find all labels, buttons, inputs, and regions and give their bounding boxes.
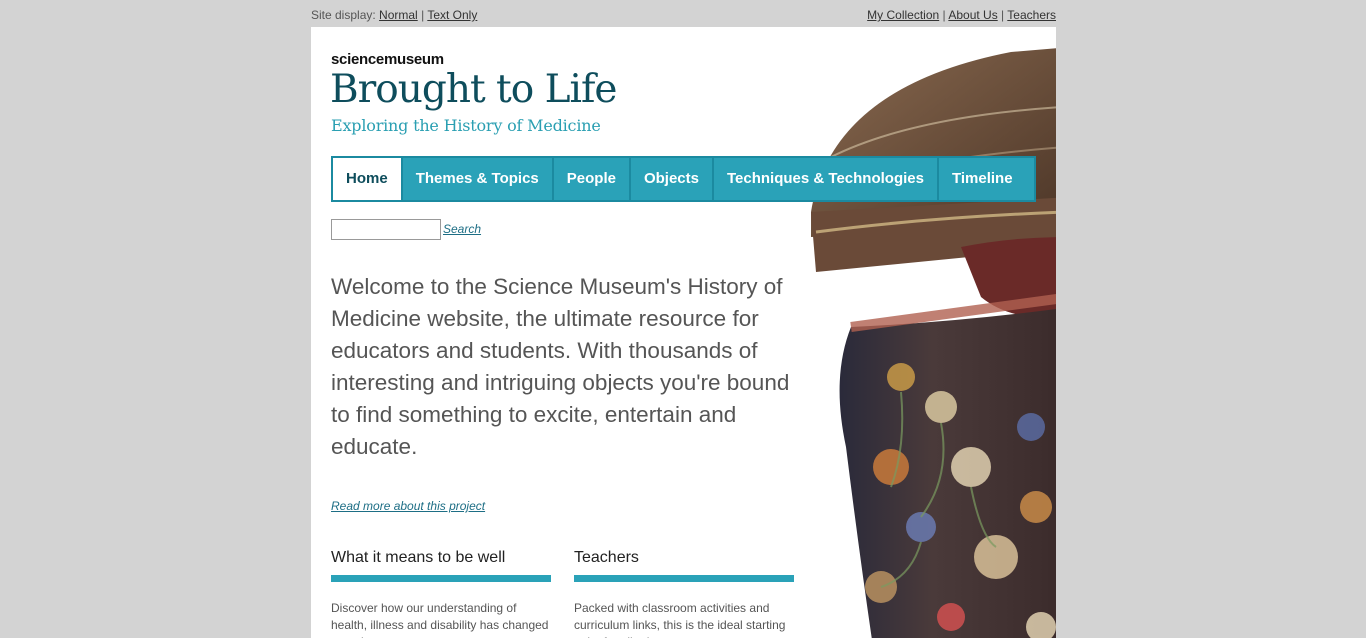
nav-people[interactable]: People bbox=[554, 158, 631, 200]
decorated-jar-image bbox=[811, 48, 1056, 638]
welcome-text: Welcome to the Science Museum's History … bbox=[331, 274, 790, 459]
card-title[interactable]: Teachers bbox=[574, 549, 794, 575]
my-collection-link[interactable]: My Collection bbox=[867, 8, 939, 22]
nav-home[interactable]: Home bbox=[333, 158, 403, 200]
separator: | bbox=[421, 8, 425, 22]
site-display-label: Site display: bbox=[311, 8, 376, 22]
site-title[interactable]: Brought to Life bbox=[330, 67, 617, 112]
card-wellbeing: What it means to be well Discover how ou… bbox=[331, 549, 551, 638]
separator: | bbox=[1001, 8, 1005, 22]
nav-techniques-technologies[interactable]: Techniques & Technologies bbox=[714, 158, 939, 200]
site-display-switcher: Site display: Normal | Text Only bbox=[311, 8, 477, 22]
card-title[interactable]: What it means to be well bbox=[331, 549, 551, 575]
science-museum-logo[interactable]: sciencemuseum bbox=[331, 51, 444, 68]
nav-objects[interactable]: Objects bbox=[631, 158, 714, 200]
nav-themes-topics[interactable]: Themes & Topics bbox=[403, 158, 554, 200]
search-link[interactable]: Search bbox=[443, 222, 481, 236]
top-utility-bar: Site display: Normal | Text Only My Coll… bbox=[311, 0, 1056, 27]
teachers-link[interactable]: Teachers bbox=[1007, 8, 1056, 22]
main-navigation: Home Themes & Topics People Objects Tech… bbox=[331, 156, 1036, 202]
utility-links: My Collection | About Us | Teachers bbox=[867, 8, 1056, 22]
card-accent-bar bbox=[574, 575, 794, 582]
about-us-link[interactable]: About Us bbox=[948, 8, 997, 22]
normal-display-link[interactable]: Normal bbox=[379, 8, 418, 22]
card-description: Packed with classroom activities and cur… bbox=[574, 601, 786, 638]
search-input[interactable] bbox=[331, 219, 441, 240]
card-teachers: Teachers Packed with classroom activitie… bbox=[574, 549, 794, 638]
page-container: sciencemuseum Brought to Life Exploring … bbox=[311, 27, 1056, 638]
separator: | bbox=[942, 8, 946, 22]
text-only-link[interactable]: Text Only bbox=[427, 8, 477, 22]
card-description: Discover how our understanding of health… bbox=[331, 601, 549, 638]
card-accent-bar bbox=[331, 575, 551, 582]
nav-timeline[interactable]: Timeline bbox=[939, 158, 1026, 200]
site-subtitle: Exploring the History of Medicine bbox=[331, 116, 601, 135]
read-more-link[interactable]: Read more about this project bbox=[331, 499, 485, 513]
